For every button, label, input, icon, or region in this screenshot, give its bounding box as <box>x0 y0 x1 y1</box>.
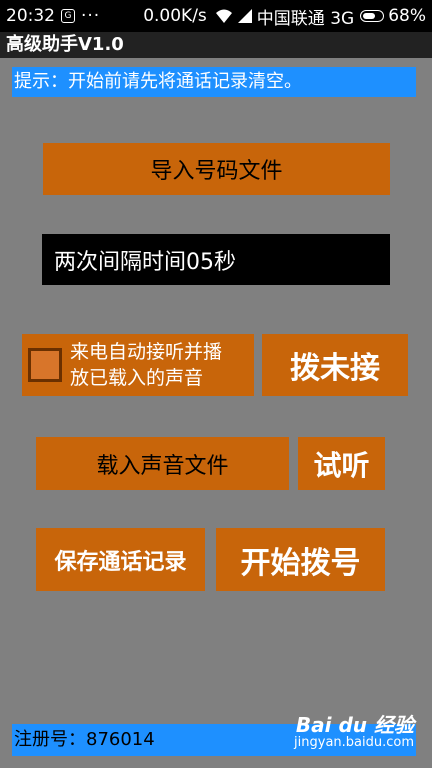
save-call-log-button[interactable]: 保存通话记录 <box>36 528 205 591</box>
auto-answer-option[interactable]: 来电自动接听并播 放已载入的声音 <box>22 334 254 396</box>
app-title: 高级助手V1.0 <box>0 32 432 58</box>
interval-field[interactable]: 两次间隔时间05秒 <box>42 234 390 285</box>
signal-icon <box>237 9 252 23</box>
auto-answer-label: 来电自动接听并播 放已载入的声音 <box>70 339 222 391</box>
status-time: 20:32 <box>6 6 55 26</box>
auto-answer-label-line2: 放已载入的声音 <box>70 367 204 389</box>
carrier-name: 中国联通 3G <box>256 8 355 29</box>
battery-percent: 68% <box>388 6 426 26</box>
more-notifications-icon: ··· <box>81 6 101 26</box>
auto-answer-label-line1: 来电自动接听并播 <box>70 341 223 363</box>
battery-icon <box>360 10 385 22</box>
watermark-url: jingyan.baidu.com <box>294 735 414 750</box>
network-speed: 0.00K/s <box>143 6 207 26</box>
baidu-watermark: Bai du 经验 jingyan.baidu.com <box>294 714 414 750</box>
start-dialing-button[interactable]: 开始拨号 <box>216 528 385 591</box>
app-notification-icon: G <box>61 9 75 23</box>
auto-answer-checkbox[interactable] <box>28 348 62 382</box>
dial-unanswered-button[interactable]: 拨未接 <box>262 334 408 396</box>
wifi-icon <box>215 9 232 23</box>
hint-text: 提示：开始前请先将通话记录清空。 <box>12 67 416 97</box>
interval-text: 两次间隔时间05秒 <box>54 249 236 275</box>
load-sound-button[interactable]: 载入声音文件 <box>36 437 289 490</box>
import-numbers-button[interactable]: 导入号码文件 <box>43 143 390 195</box>
status-bar: 20:32 G ··· 0.00K/s 中国联通 3G 68% <box>0 0 432 32</box>
watermark-brand: Bai du 经验 <box>295 713 414 737</box>
preview-button[interactable]: 试听 <box>298 437 385 490</box>
